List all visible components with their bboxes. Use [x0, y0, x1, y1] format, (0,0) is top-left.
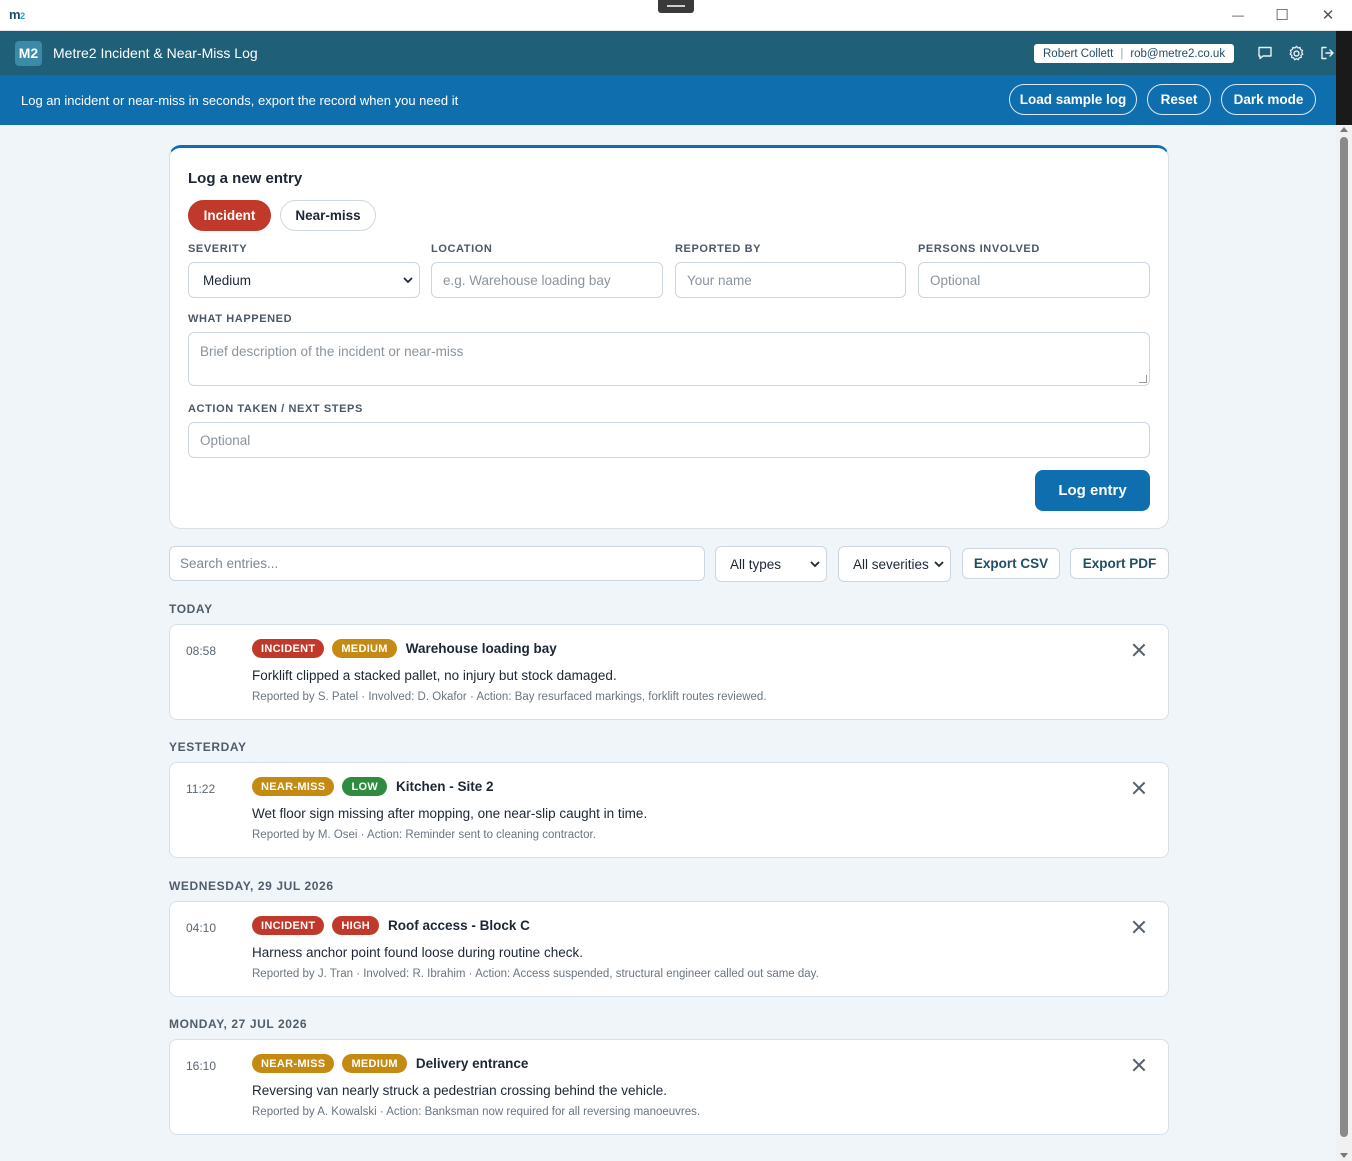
group-label: TODAY	[169, 602, 213, 616]
type-filter-value: All types	[730, 556, 782, 572]
type-badge: NEAR-MISS	[252, 1054, 335, 1073]
severity-badge: LOW	[342, 777, 387, 796]
entry-meta: Reported by J. Tran · Involved: R. Ibrah…	[252, 968, 819, 980]
severity-badge: MEDIUM	[332, 639, 397, 658]
page-scrollbar[interactable]	[1336, 125, 1352, 1161]
entry-time: 08:58	[186, 644, 217, 658]
maximize-button[interactable]: ☐	[1259, 4, 1305, 26]
entry-location: Roof access - Block C	[388, 918, 530, 933]
export-pdf-button[interactable]: Export PDF	[1070, 548, 1169, 579]
delete-entry-close-icon[interactable]	[1132, 1058, 1146, 1072]
banner-text: Log an incident or near-miss in seconds,…	[21, 92, 459, 108]
chevron-down-icon	[403, 277, 413, 284]
logout-icon	[1321, 46, 1334, 60]
close-window-button[interactable]: ✕	[1305, 4, 1351, 26]
app-logo-badge: M2	[15, 40, 42, 66]
maximize-icon: ☐	[1275, 7, 1289, 24]
log-entry: 11:22 NEAR-MISS LOW Kitchen - Site 2 Wet…	[169, 762, 1169, 858]
log-entry: 04:10 INCIDENT HIGH Roof access - Block …	[169, 901, 1169, 997]
gear-icon	[1288, 45, 1303, 60]
info-banner: Log an incident or near-miss in seconds,…	[0, 75, 1336, 125]
severity-label: SEVERITY	[188, 243, 248, 255]
scroll-thumb[interactable]	[1340, 137, 1348, 1137]
close-icon: ✕	[1321, 7, 1335, 24]
type-badge: INCIDENT	[252, 639, 325, 658]
entry-description: Forklift clipped a stacked pallet, no in…	[252, 668, 617, 683]
entry-description: Wet floor sign missing after mopping, on…	[252, 806, 648, 821]
user-email: rob@metre2.co.uk	[1130, 47, 1226, 60]
entry-time: 16:10	[186, 1059, 217, 1073]
scroll-up-arrow-icon[interactable]	[1340, 127, 1348, 132]
severity-filter-select[interactable]: All severities	[838, 546, 951, 582]
delete-entry-close-icon[interactable]	[1132, 781, 1146, 795]
export-csv-button[interactable]: Export CSV	[962, 548, 1060, 579]
entry-meta: Reported by M. Osei · Action: Reminder s…	[252, 829, 596, 841]
search-input[interactable]: Search entries...	[169, 546, 705, 581]
log-entry-button[interactable]: Log entry	[1035, 470, 1150, 511]
severity-badge: MEDIUM	[342, 1054, 407, 1073]
feedback-button[interactable]	[1256, 44, 1274, 62]
user-name: Robert Collett	[1043, 47, 1114, 60]
type-incident-button[interactable]: Incident	[188, 200, 271, 231]
minimize-icon: —	[1232, 8, 1244, 22]
persons-involved-label: PERSONS INVOLVED	[918, 243, 1040, 255]
persons-involved-input[interactable]: Optional	[918, 262, 1150, 298]
window-edge	[1336, 31, 1352, 125]
chevron-down-icon	[810, 561, 820, 568]
severity-filter-value: All severities	[853, 556, 929, 572]
what-happened-placeholder: Brief description of the incident or nea…	[200, 344, 464, 359]
severity-select[interactable]: Medium	[188, 262, 420, 298]
chat-icon	[1258, 46, 1272, 60]
entry-location: Warehouse loading bay	[405, 641, 557, 656]
dark-mode-button[interactable]: Dark mode	[1221, 84, 1316, 115]
what-happened-label: WHAT HAPPENED	[188, 313, 293, 325]
log-entry: 16:10 NEAR-MISS MEDIUM Delivery entrance…	[169, 1039, 1169, 1135]
severity-value: Medium	[203, 272, 252, 288]
what-happened-textarea[interactable]: Brief description of the incident or nea…	[188, 332, 1150, 386]
location-label: LOCATION	[431, 243, 493, 255]
group-label: YESTERDAY	[169, 740, 247, 754]
chevron-down-icon	[934, 561, 944, 568]
type-badge: NEAR-MISS	[252, 777, 335, 796]
new-entry-form: Log a new entry Incident Near-miss SEVER…	[169, 145, 1169, 529]
action-taken-input[interactable]: Optional	[188, 422, 1150, 458]
type-badge: INCIDENT	[252, 916, 325, 935]
user-pill: Robert Collett | rob@metre2.co.uk	[1034, 44, 1235, 63]
entry-meta: Reported by A. Kowalski · Action: Banksm…	[252, 1106, 701, 1118]
severity-badge: HIGH	[332, 916, 380, 935]
entry-meta: Reported by S. Patel · Involved: D. Okaf…	[252, 691, 767, 703]
logout-button[interactable]	[1318, 44, 1336, 62]
delete-entry-close-icon[interactable]	[1132, 643, 1146, 657]
delete-entry-close-icon[interactable]	[1132, 920, 1146, 934]
entry-location: Delivery entrance	[415, 1056, 529, 1071]
form-title: Log a new entry	[188, 170, 303, 187]
log-entry: 08:58 INCIDENT MEDIUM Warehouse loading …	[169, 624, 1169, 720]
type-near-miss-button[interactable]: Near-miss	[280, 200, 376, 231]
minimize-button[interactable]: —	[1215, 4, 1261, 26]
window-drag-handle[interactable]	[658, 0, 694, 13]
os-app-logo: m2	[9, 7, 25, 22]
entry-description: Harness anchor point found loose during …	[252, 945, 583, 960]
scroll-down-arrow-icon[interactable]	[1340, 1153, 1348, 1158]
reported-by-label: REPORTED BY	[675, 243, 762, 255]
app-title: Metre2 Incident & Near-Miss Log	[53, 45, 258, 61]
load-sample-button[interactable]: Load sample log	[1009, 84, 1137, 115]
entry-time: 04:10	[186, 921, 217, 935]
location-input[interactable]: e.g. Warehouse loading bay	[431, 262, 663, 298]
entry-description: Reversing van nearly struck a pedestrian…	[252, 1083, 667, 1098]
type-filter-select[interactable]: All types	[715, 546, 827, 582]
os-title-bar: m2 — ☐ ✕	[0, 0, 1352, 31]
group-label: MONDAY, 27 JUL 2026	[169, 1017, 308, 1031]
action-taken-label: ACTION TAKEN / NEXT STEPS	[188, 403, 363, 415]
reset-button[interactable]: Reset	[1147, 84, 1211, 115]
reported-by-input[interactable]: Your name	[675, 262, 906, 298]
resize-handle-icon[interactable]	[1139, 375, 1147, 383]
entry-time: 11:22	[186, 782, 216, 796]
entry-location: Kitchen - Site 2	[396, 779, 494, 794]
settings-button[interactable]	[1287, 44, 1305, 62]
group-label: WEDNESDAY, 29 JUL 2026	[169, 879, 334, 893]
app-header: M2 Metre2 Incident & Near-Miss Log Rober…	[0, 31, 1336, 75]
